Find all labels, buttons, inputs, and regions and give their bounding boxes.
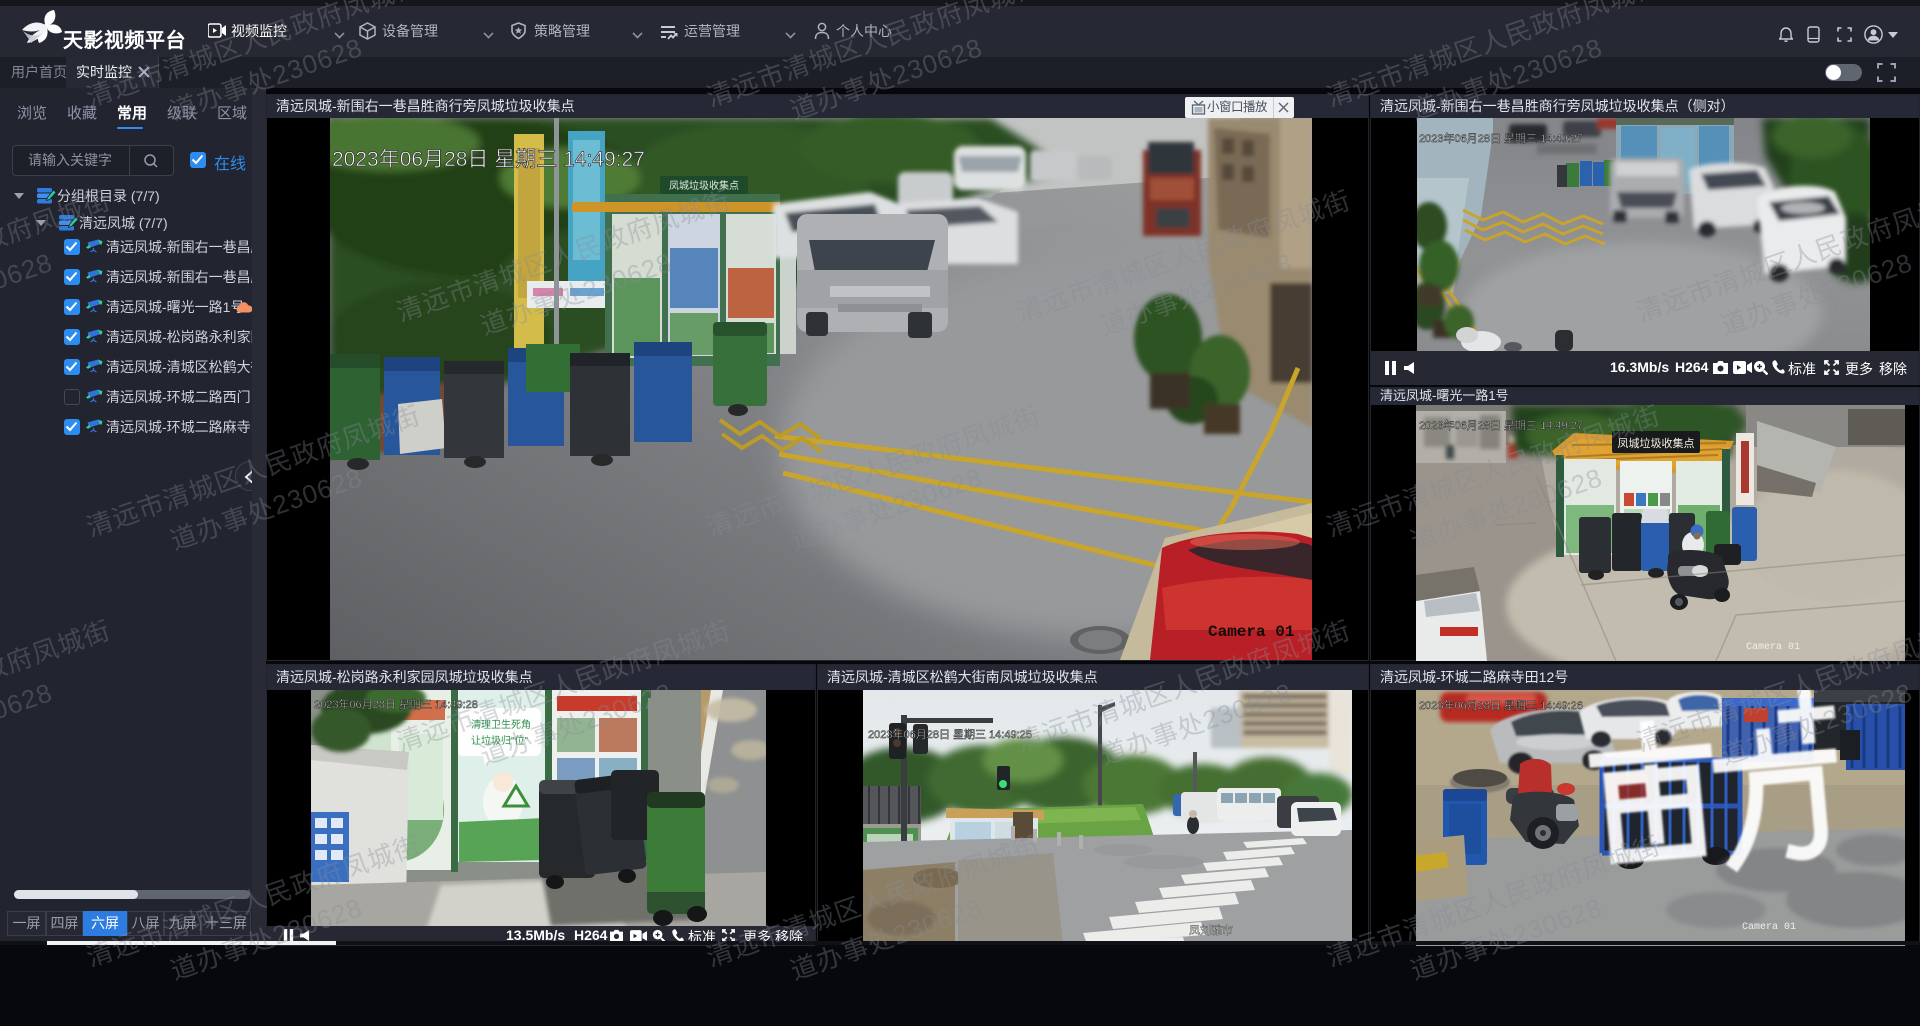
svg-text:2023年06月28日 星期三 14:49:27: 2023年06月28日 星期三 14:49:27 — [1419, 418, 1583, 432]
svg-text:2023年06月28日 星期三 14:49:27: 2023年06月28日 星期三 14:49:27 — [1419, 131, 1583, 145]
svg-text:让垃圾归"位": 让垃圾归"位" — [471, 734, 529, 747]
svg-text:2023年06月28日 星期三 14:49:28: 2023年06月28日 星期三 14:49:28 — [314, 697, 478, 711]
svg-text:2023年06月28日 星期三 14:49:25: 2023年06月28日 星期三 14:49:25 — [868, 727, 1032, 741]
svg-text:Camera 01: Camera 01 — [1746, 642, 1800, 653]
svg-text:2023年06月28日 星期三 14:49:26: 2023年06月28日 星期三 14:49:26 — [1419, 698, 1583, 712]
svg-text:Camera 01: Camera 01 — [1742, 922, 1796, 933]
svg-text:凤刘雅市: 凤刘雅市 — [1189, 923, 1233, 937]
svg-text:凤城垃圾收集点: 凤城垃圾收集点 — [669, 179, 739, 192]
svg-text:凤城垃圾收集点: 凤城垃圾收集点 — [1618, 436, 1695, 450]
svg-text:2023年06月28日 星期三 14:49:27: 2023年06月28日 星期三 14:49:27 — [332, 148, 645, 171]
svg-text:清理卫生死角: 清理卫生死角 — [471, 718, 531, 731]
svg-text:Camera 01: Camera 01 — [1208, 623, 1294, 641]
